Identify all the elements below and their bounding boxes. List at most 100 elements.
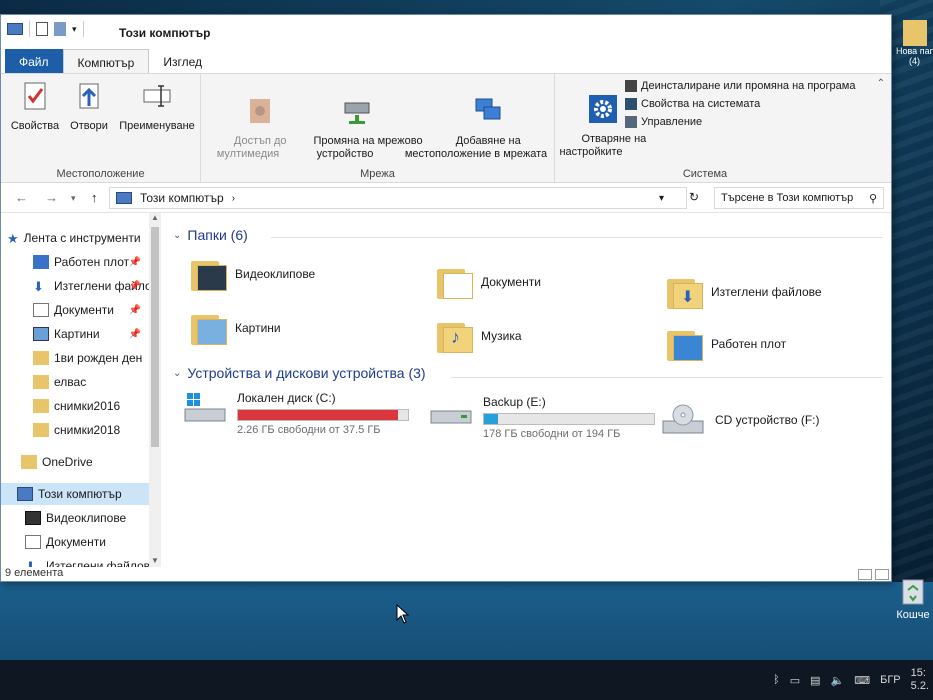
drive-usage-bar [237,409,409,421]
drive-usage-fill [484,414,498,424]
media-access-button[interactable]: Достъп до мултимедия [205,82,291,174]
address-bar: ← → ▾ ↑ Този компютър › ▾ ↻ Търсене в То… [1,183,891,213]
chevron-down-icon[interactable]: ▾ [72,24,77,35]
folders-section-header[interactable]: ⌄ Папки (6) [173,227,248,243]
nav-item-this-pc[interactable]: Този компютър [1,483,151,505]
drive-name: CD устройство (F:) [715,413,820,427]
tab-computer[interactable]: Компютър [62,49,150,75]
network-icon[interactable]: ▤ [810,674,820,687]
nav-item-videos[interactable]: Видеоклипове [1,507,151,529]
rename-button[interactable]: Преименуване [115,80,199,133]
section-divider [451,377,883,378]
uninstall-program-button[interactable]: Деинсталиране или промяна на програма [625,80,855,92]
address-path: Този компютър [140,191,224,205]
pictures-folder-icon [191,311,227,345]
folder-music[interactable]: ♪ Музика [437,319,522,353]
drive-c[interactable]: Локален диск (C:) 2.26 ГБ свободни от 37… [183,391,409,436]
nav-item-documents-pc[interactable]: Документи [1,531,151,553]
nav-item-downloads[interactable]: ⬇ Изтеглени файлове 📌 [1,275,151,297]
pin-icon[interactable]: 📌 [129,305,141,316]
keyboard-icon[interactable]: ⌨ [854,674,870,687]
recent-chevron-icon[interactable]: ▾ [71,193,76,204]
battery-icon[interactable]: ▭ [790,674,800,687]
computer-icon [17,487,33,501]
volume-icon[interactable]: 🔈 [831,674,845,687]
pin-icon[interactable]: 📌 [129,329,141,340]
pin-icon[interactable]: 📌 [129,281,141,292]
devices-section-header[interactable]: ⌄ Устройства и дискови устройства (3) [173,365,426,381]
ribbon-tabs: Файл Компютър Изглед [1,47,891,75]
drive-free-space: 178 ГБ свободни от 194 ГБ [483,428,621,440]
recycle-bin-icon [902,579,924,605]
folder-icon [33,399,49,413]
properties-button[interactable]: Свойства [7,80,63,133]
manage-button[interactable]: Управление [625,116,702,128]
folder-desktop[interactable]: Работен плот [667,327,786,361]
details-view-icon[interactable] [858,569,872,580]
nav-item-folder[interactable]: 1ви рожден ден [1,347,151,369]
system-properties-button[interactable]: Свойства на системата [625,98,760,110]
folder-icon [33,351,49,365]
nav-item-onedrive[interactable]: OneDrive [1,451,151,473]
nav-item-documents[interactable]: Документи 📌 [1,299,151,321]
drive-e[interactable]: Backup (E:) 178 ГБ свободни от 194 ГБ [429,395,655,440]
nav-item-downloads-pc[interactable]: ⬇ Изтеглени файлове [1,555,151,567]
open-settings-button[interactable]: Отваряне на настройките [557,80,646,172]
clock[interactable]: 15: 5.2. [911,667,929,693]
address-input[interactable]: Този компютър › ▾ [109,187,687,209]
properties-qat-icon[interactable] [36,22,48,36]
open-button[interactable]: Отвори [63,80,115,133]
new-folder-qat-icon[interactable] [54,22,66,36]
ribbon-group-label: Местоположение [56,168,145,180]
ribbon-collapse-icon[interactable]: ⌃ [877,78,885,89]
desktop-folder[interactable]: Нова папк (4) [896,20,933,66]
folder-downloads[interactable]: ⬇ Изтеглени файлове [667,275,822,309]
drive-f[interactable]: CD устройство (F:) [661,403,819,437]
nav-item-desktop[interactable]: Работен плот 📌 [1,251,151,273]
large-icons-view-icon[interactable] [875,569,889,580]
nav-scrollbar[interactable]: ▲ ▼ [149,213,161,567]
nav-item-quick-access[interactable]: ★ Лента с инструменти [1,227,151,249]
separator [82,21,84,37]
nav-item-folder[interactable]: снимки2018 [1,419,151,441]
folder-videos[interactable]: Видеоклипове [191,257,315,291]
back-arrow-icon[interactable]: ← [15,190,28,205]
breadcrumb-chevron-icon[interactable]: › [232,193,235,204]
scroll-down-icon[interactable]: ▼ [149,556,161,565]
address-dropdown-icon[interactable]: ▾ [659,193,664,204]
folder-documents[interactable]: Документи [437,265,541,299]
properties-icon [24,82,46,110]
nav-item-folder[interactable]: снимки2016 [1,395,151,417]
add-network-location-button[interactable]: Добавяне на местоположение в мрежата [401,82,551,174]
up-arrow-icon[interactable]: ↑ [91,190,98,205]
map-network-drive-button[interactable]: Промяна на мрежово устройство [289,82,423,174]
scroll-thumb[interactable] [151,227,159,447]
folder-pictures[interactable]: Картини [191,311,281,345]
drive-usage-fill [238,410,398,420]
language-indicator[interactable]: БГР [880,674,901,686]
recycle-bin[interactable]: Кошче [893,576,933,621]
title-bar: ▾ Този компютър [1,15,891,49]
tab-file[interactable]: Файл [5,49,63,75]
network-location-icon [475,98,501,120]
chevron-down-icon: ⌄ [173,229,182,241]
search-input[interactable]: Търсене в Този компютър ⚲ [714,187,884,209]
download-arrow-icon: ⬇ [25,559,36,567]
mouse-cursor-icon [396,604,410,624]
forward-arrow-icon[interactable]: → [45,190,58,205]
download-arrow-icon: ⬇ [33,279,44,294]
document-icon [33,303,49,317]
pin-icon[interactable]: 📌 [129,257,141,268]
downloads-folder-icon: ⬇ [667,275,703,309]
nav-item-pictures[interactable]: Картини 📌 [1,323,151,345]
refresh-icon[interactable]: ↻ [689,190,699,204]
rename-icon [143,85,171,107]
tab-view[interactable]: Изглед [149,49,216,75]
clock-time: 15: [910,667,926,679]
manage-icon [625,116,637,128]
ribbon: Свойства Отвори Преименуване Местоположе… [1,73,891,184]
bluetooth-icon[interactable]: ᛒ [773,674,780,686]
nav-item-folder[interactable]: елвас [1,371,151,393]
scroll-up-icon[interactable]: ▲ [149,213,161,222]
drive-name: Локален диск (C:) [237,391,336,405]
